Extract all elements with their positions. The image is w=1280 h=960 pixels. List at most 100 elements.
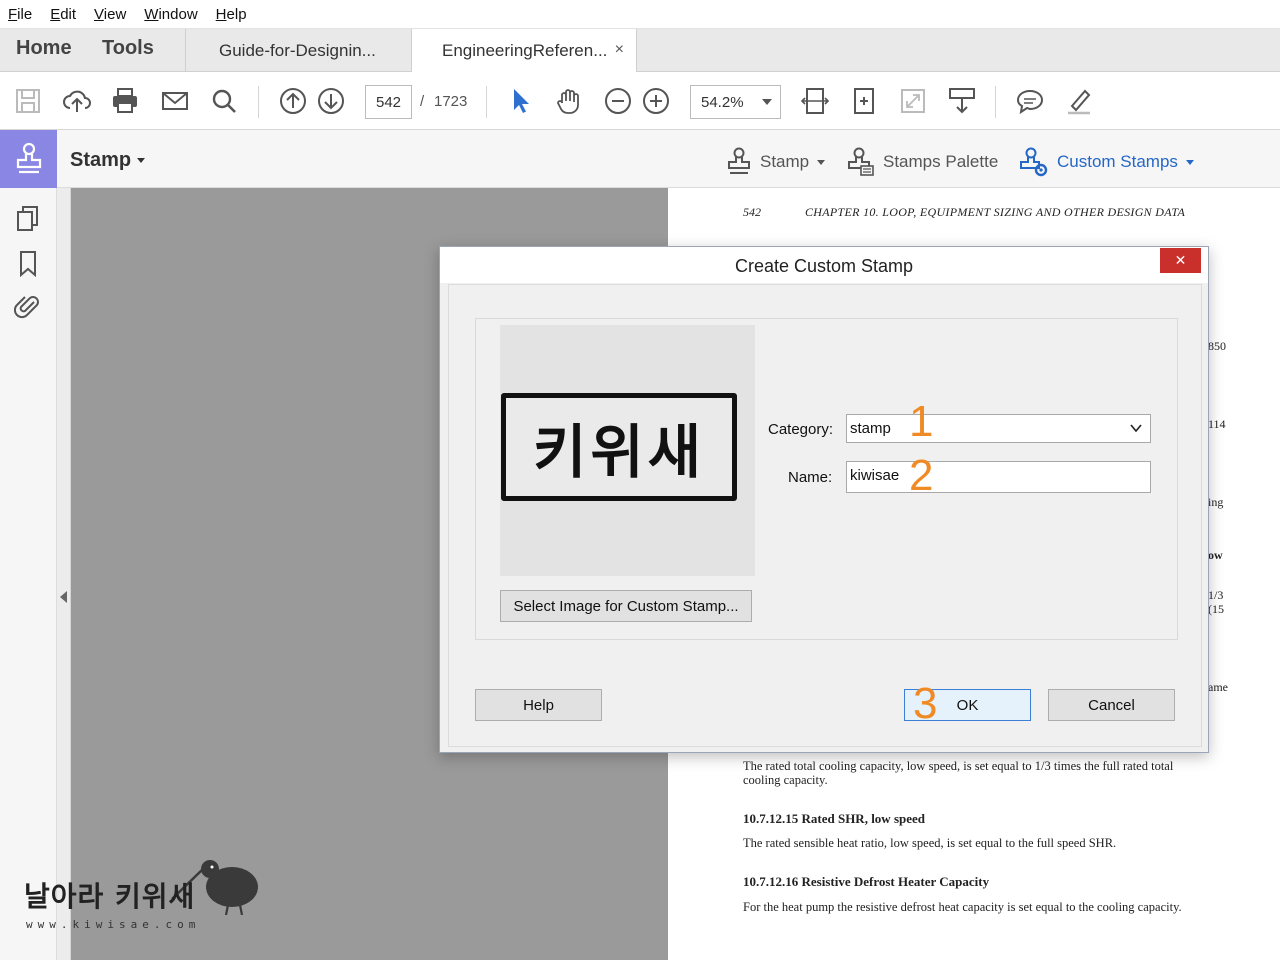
text-fragment: (15 [1208, 602, 1224, 616]
panel-collapse-handle[interactable] [57, 188, 71, 960]
paragraph-line: cooling capacity. [743, 773, 828, 787]
menu-window[interactable]: Window [144, 6, 197, 23]
main-toolbar: 542 / 1723 54.2% [0, 72, 1280, 130]
cancel-button[interactable]: Cancel [1048, 689, 1175, 721]
chevron-down-icon [137, 158, 146, 164]
tab-document-engineering[interactable]: EngineeringReferen... × [411, 29, 637, 73]
name-label: Name: [788, 469, 833, 486]
zoom-in-icon[interactable] [641, 86, 671, 116]
stamp-image-text: 키위새 [532, 418, 706, 486]
stamp-panel-title-text: Stamp [70, 149, 132, 171]
chevron-down-icon [1185, 159, 1194, 165]
fit-page-icon[interactable] [800, 86, 830, 116]
hand-tool-icon[interactable] [554, 86, 584, 116]
menu-view[interactable]: View [94, 6, 126, 23]
rotate-page-icon[interactable] [849, 86, 879, 116]
tab-document-guide-label: Guide-for-Designin... [219, 40, 376, 60]
dialog-title: Create Custom Stamp [734, 256, 914, 276]
tab-tools[interactable]: Tools [102, 37, 154, 60]
paragraph-line: The rated total cooling capacity, low sp… [743, 759, 1174, 773]
zoom-out-icon[interactable] [603, 86, 633, 116]
help-button[interactable]: Help [475, 689, 602, 721]
stamps-palette-button[interactable]: Stamps Palette [847, 147, 998, 177]
print-icon[interactable] [110, 86, 140, 116]
select-image-button[interactable]: Select Image for Custom Stamp... [500, 590, 752, 622]
stamp-menu-label: Stamp [760, 152, 810, 171]
text-fragment: ow [1208, 548, 1223, 562]
page-total: 1723 [434, 93, 468, 110]
paragraph: For the heat pump the resistive defrost … [743, 900, 1182, 914]
name-input[interactable]: kiwisae [846, 461, 1151, 493]
custom-stamp-gear-icon [1020, 147, 1048, 177]
section-heading: 10.7.12.15 Rated SHR, low speed [743, 811, 926, 826]
scroll-mode-icon[interactable] [947, 86, 977, 116]
step-callout-1: 1 [909, 397, 934, 446]
dialog-titlebar: Create Custom Stamp ✕ [440, 247, 1208, 283]
page-separator: / [420, 93, 425, 110]
text-fragment: ame [1208, 680, 1228, 694]
text-fragment: ing [1208, 495, 1224, 509]
menu-bar: File Edit View Window Help [0, 0, 1280, 29]
stamp-tool-icon[interactable] [0, 130, 57, 188]
close-icon: ✕ [1174, 252, 1187, 268]
toolbar-divider [258, 86, 259, 118]
dialog-close-button[interactable]: ✕ [1160, 248, 1201, 273]
tab-bar: Home Tools Guide-for-Designin... Enginee… [0, 29, 1280, 73]
kiwisae-watermark: 날아라 키위새 www.kiwisae.com [20, 855, 270, 935]
page-number-input[interactable]: 542 [365, 85, 412, 119]
attachment-paperclip-icon[interactable] [13, 292, 42, 320]
text-fragment: 850 [1208, 339, 1226, 353]
full-screen-icon[interactable] [898, 86, 928, 116]
search-icon[interactable] [209, 86, 239, 116]
watermark-url: www.kiwisae.com [26, 918, 201, 931]
stamps-palette-label: Stamps Palette [883, 152, 999, 171]
category-value: stamp [850, 420, 891, 437]
stamp-toolbar: Stamp Stamp Stamps Palette Custom Stamps [0, 130, 1280, 188]
zoom-level-value: 54.2% [701, 93, 744, 111]
section-heading: 10.7.12.16 Resistive Defrost Heater Capa… [743, 874, 990, 889]
stamp-panel-title[interactable]: Stamp [70, 149, 146, 172]
cloud-upload-icon[interactable] [62, 86, 92, 116]
select-cursor-icon[interactable] [506, 86, 536, 116]
tab-home[interactable]: Home [16, 37, 72, 60]
stamp-image-preview: 키위새 [500, 325, 755, 576]
bookmark-icon[interactable] [14, 249, 42, 278]
tab-document-guide[interactable]: Guide-for-Designin... [185, 29, 411, 72]
left-navigation-rail [0, 188, 57, 960]
page-number: 542 [743, 205, 761, 219]
chevron-down-icon [1130, 424, 1142, 433]
category-label: Category: [768, 421, 834, 438]
category-select[interactable]: stamp [846, 414, 1151, 443]
toolbar-divider [486, 86, 487, 118]
step-callout-3: 3 [913, 679, 938, 728]
chevron-down-icon [817, 159, 826, 165]
running-head: CHAPTER 10. LOOP, EQUIPMENT SIZING AND O… [805, 205, 1186, 219]
pages-thumbnail-icon[interactable] [14, 204, 42, 232]
next-page-icon[interactable] [316, 86, 346, 116]
stamp-settings-group: 키위새 Select Image for Custom Stamp... Cat… [475, 318, 1178, 640]
highlight-pen-icon[interactable] [1064, 86, 1094, 116]
chevron-down-icon [762, 99, 772, 105]
custom-stamps-button[interactable]: Custom Stamps [1019, 147, 1194, 177]
create-custom-stamp-dialog: Create Custom Stamp ✕ 키위새 Select Image f… [439, 246, 1209, 753]
dialog-body: 키위새 Select Image for Custom Stamp... Cat… [448, 284, 1202, 747]
comment-icon[interactable] [1015, 86, 1045, 116]
tab-document-engineering-label: EngineeringReferen... [442, 41, 608, 60]
stamp-menu-button[interactable]: Stamp [726, 147, 826, 177]
save-icon[interactable] [13, 86, 43, 116]
email-icon[interactable] [160, 86, 190, 116]
stamp-image: 키위새 [501, 393, 737, 501]
tab-close-icon[interactable]: × [615, 41, 624, 59]
menu-file[interactable]: File [8, 6, 32, 23]
text-fragment: 114 [1208, 417, 1226, 431]
paragraph: The rated sensible heat ratio, low speed… [743, 836, 1117, 850]
zoom-level-select[interactable]: 54.2% [690, 85, 781, 119]
menu-help[interactable]: Help [216, 6, 247, 23]
stamp-icon [728, 147, 750, 174]
menu-edit[interactable]: Edit [50, 6, 76, 23]
watermark-text: 날아라 키위새 [24, 880, 196, 913]
chevron-left-icon [60, 591, 67, 603]
previous-page-icon[interactable] [278, 86, 308, 116]
stamps-palette-icon [848, 147, 874, 176]
step-callout-2: 2 [909, 451, 934, 500]
